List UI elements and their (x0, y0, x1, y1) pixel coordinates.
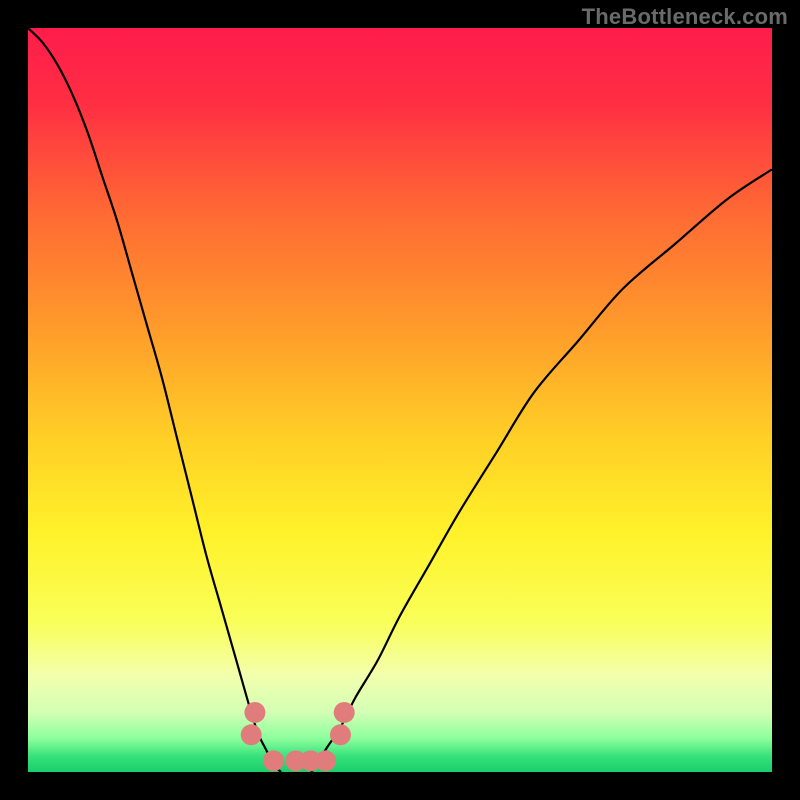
chart-frame (28, 28, 772, 772)
watermark-text: TheBottleneck.com (582, 4, 788, 30)
data-marker (330, 724, 351, 745)
data-marker (315, 750, 336, 771)
data-marker (241, 724, 262, 745)
data-marker (334, 702, 355, 723)
gradient-background (28, 28, 772, 772)
data-marker (244, 702, 265, 723)
bottleneck-curve-chart (28, 28, 772, 772)
data-marker (263, 750, 284, 771)
